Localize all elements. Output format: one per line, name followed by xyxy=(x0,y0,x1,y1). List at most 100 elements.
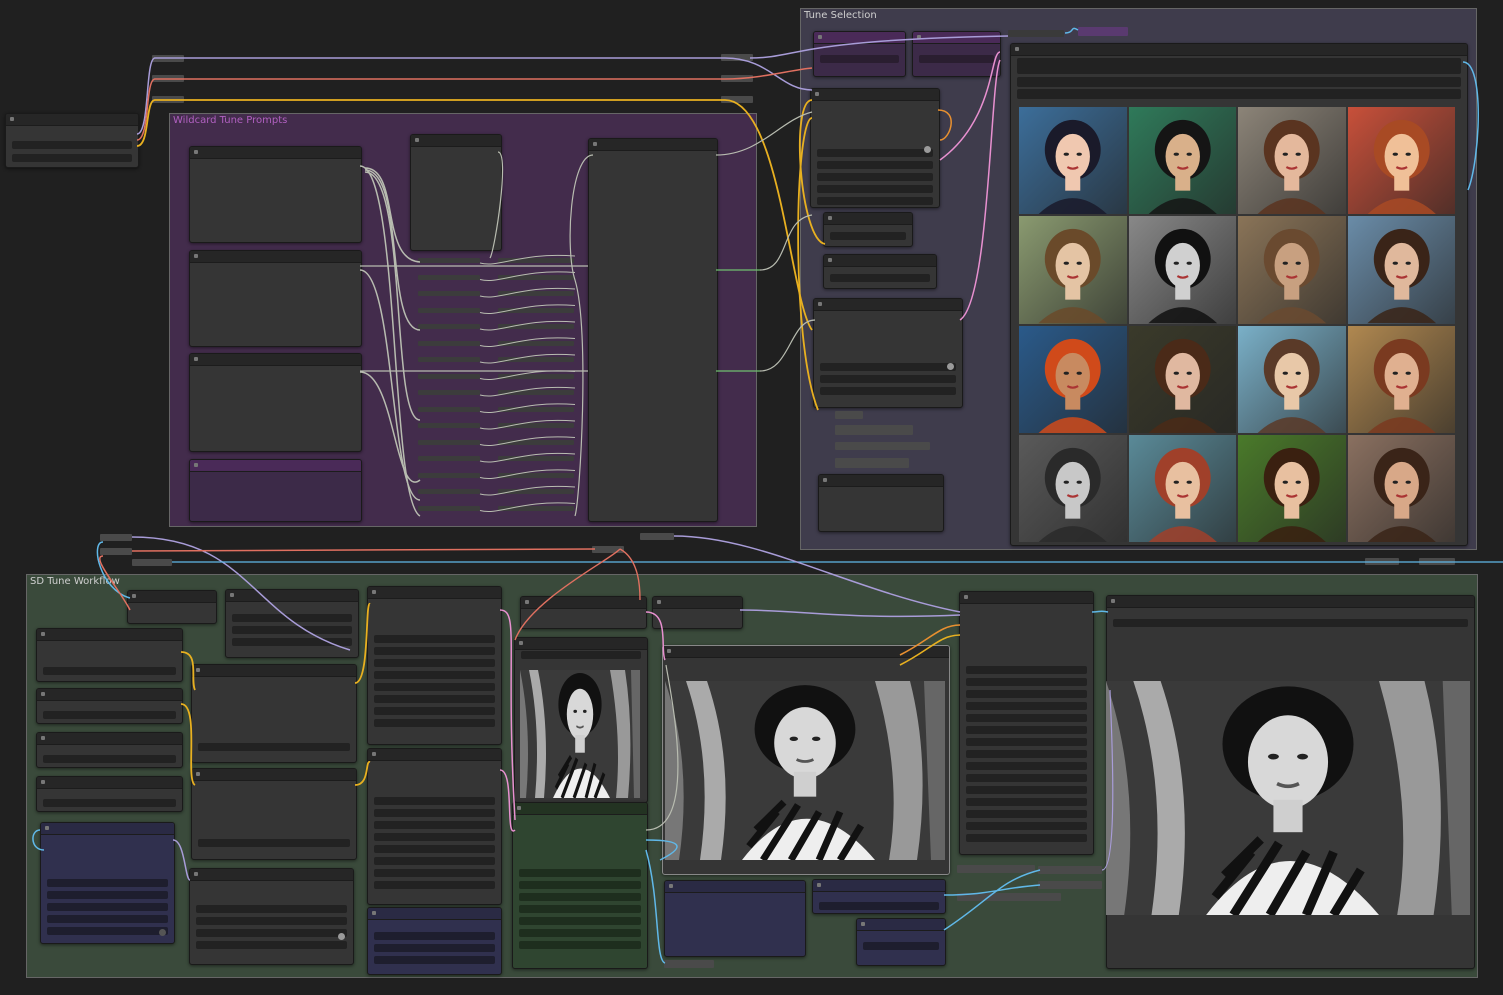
scrollbar-thumb[interactable] xyxy=(947,363,954,370)
reroute-node[interactable] xyxy=(835,425,913,435)
ksampler-node[interactable] xyxy=(367,586,502,745)
gallery-tile-portrait-deco-seated[interactable] xyxy=(1347,325,1455,433)
reroute-node[interactable] xyxy=(721,75,753,82)
reroute-node[interactable] xyxy=(152,75,184,82)
reroute-node[interactable] xyxy=(498,489,574,494)
reroute-node[interactable] xyxy=(498,291,574,296)
wildcard-selector-node[interactable] xyxy=(410,134,502,251)
gallery-tile-portrait-red-hair-painting[interactable] xyxy=(1128,434,1236,542)
reroute-node[interactable] xyxy=(640,533,674,540)
reroute-node[interactable] xyxy=(1078,27,1128,36)
reroute-node[interactable] xyxy=(592,546,624,553)
gallery-tile-portrait-pencil-curls[interactable] xyxy=(1019,434,1127,542)
reroute-node[interactable] xyxy=(498,439,574,445)
wildcard-text-node[interactable] xyxy=(189,250,362,347)
gallery-tile-portrait-seaside-pool[interactable] xyxy=(1238,325,1346,433)
reroute-node[interactable] xyxy=(1038,866,1102,874)
reroute-node[interactable] xyxy=(418,340,480,346)
reroute-node[interactable] xyxy=(100,548,132,555)
reroute-node[interactable] xyxy=(835,411,863,419)
reroute-node[interactable] xyxy=(152,96,184,103)
ksampler-node[interactable] xyxy=(367,748,502,905)
reroute-node[interactable] xyxy=(418,258,480,263)
reroute-node[interactable] xyxy=(498,505,574,511)
reroute-node[interactable] xyxy=(152,55,184,62)
checkpoint-loader-node[interactable] xyxy=(36,628,183,682)
gallery-tile-portrait-curly-brown-hair[interactable] xyxy=(1347,434,1455,542)
reroute-node[interactable] xyxy=(418,505,480,511)
tune-primitive-node[interactable] xyxy=(813,31,906,77)
reroute-node[interactable] xyxy=(418,274,480,280)
image-size-node[interactable] xyxy=(652,596,743,629)
reroute-node[interactable] xyxy=(498,340,574,346)
scrollbar-thumb[interactable] xyxy=(338,933,345,940)
gallery-tile-portrait-green-gold-ornate[interactable] xyxy=(1238,434,1346,542)
prompt-source-node[interactable] xyxy=(5,113,139,168)
reroute-node[interactable] xyxy=(721,54,753,61)
reroute-node[interactable] xyxy=(418,489,480,494)
tune-loader-node[interactable] xyxy=(810,88,940,208)
reroute-node[interactable] xyxy=(418,423,480,428)
vae-loader-node[interactable] xyxy=(36,732,183,768)
upscale-node[interactable] xyxy=(512,802,648,969)
vae-decode-node[interactable] xyxy=(520,596,647,629)
gallery-tile-portrait-impressionist-garden[interactable] xyxy=(1019,216,1127,324)
reroute-node[interactable] xyxy=(1365,558,1399,565)
reroute-node[interactable] xyxy=(1038,881,1102,889)
reroute-node[interactable] xyxy=(835,458,909,468)
tune-option-node[interactable] xyxy=(823,212,913,247)
reroute-node[interactable] xyxy=(498,357,574,362)
positive-prompt-node[interactable] xyxy=(191,664,357,763)
reroute-node[interactable] xyxy=(664,960,714,968)
reroute-node[interactable] xyxy=(418,472,480,478)
gallery-tile-portrait-red-turban[interactable] xyxy=(1019,325,1127,433)
seed-node[interactable] xyxy=(127,590,217,624)
negative-prompt-node[interactable] xyxy=(191,768,357,860)
reroute-node[interactable] xyxy=(498,456,574,461)
reroute-node[interactable] xyxy=(418,406,480,412)
wildcard-text-node[interactable] xyxy=(189,353,362,452)
reroute-node[interactable] xyxy=(418,357,480,362)
tune-output-node[interactable] xyxy=(818,474,944,532)
tune-option-node[interactable] xyxy=(823,254,937,289)
reroute-node[interactable] xyxy=(498,390,574,395)
reroute-node[interactable] xyxy=(418,307,480,313)
reroute-node[interactable] xyxy=(498,274,574,280)
gallery-tile-portrait-green-mosaic[interactable] xyxy=(1128,107,1236,215)
reroute-node[interactable] xyxy=(498,307,574,313)
reroute-node[interactable] xyxy=(498,406,574,412)
tune-primitive-node[interactable] xyxy=(912,31,1001,77)
scrollbar-thumb[interactable] xyxy=(924,146,931,153)
reroute-node[interactable] xyxy=(498,258,574,263)
reroute-node[interactable] xyxy=(418,373,480,379)
clip-loader-node[interactable] xyxy=(36,776,183,812)
reroute-node[interactable] xyxy=(498,472,574,478)
reroute-node[interactable] xyxy=(498,324,574,329)
gallery-tile-portrait-blue-hair-flowers[interactable] xyxy=(1019,107,1127,215)
settings-node[interactable] xyxy=(40,822,175,944)
wildcard-note-node[interactable] xyxy=(189,459,362,522)
reroute-node[interactable] xyxy=(132,559,172,566)
gallery-tile-portrait-black-white-stripes[interactable] xyxy=(1128,216,1236,324)
reroute-node[interactable] xyxy=(835,442,930,450)
upscale-factor-node[interactable] xyxy=(856,918,946,966)
image-grid[interactable] xyxy=(1018,106,1456,543)
upscale-model-node[interactable] xyxy=(812,879,946,914)
note-node[interactable] xyxy=(664,880,806,957)
wildcard-text-node[interactable] xyxy=(189,146,362,243)
reroute-node[interactable] xyxy=(957,893,1061,901)
lora-loader-node[interactable] xyxy=(36,688,183,724)
reroute-node[interactable] xyxy=(418,456,480,461)
prompt-node[interactable] xyxy=(225,589,359,658)
reroute-node[interactable] xyxy=(498,423,574,428)
reroute-node[interactable] xyxy=(498,373,574,379)
gallery-tile-portrait-sepia-woman[interactable] xyxy=(1238,216,1346,324)
sampler-settings-node[interactable] xyxy=(189,868,354,965)
tune-apply-node[interactable] xyxy=(813,298,963,408)
gallery-tile-portrait-blazer-woman[interactable] xyxy=(1238,107,1346,215)
reroute-node[interactable] xyxy=(1008,30,1064,37)
wildcard-combine-node[interactable] xyxy=(588,138,718,522)
gallery-tile-portrait-cubist-blue-dress[interactable] xyxy=(1347,216,1455,324)
reroute-node[interactable] xyxy=(418,439,480,445)
gallery-tile-portrait-victorian-lady[interactable] xyxy=(1128,325,1236,433)
